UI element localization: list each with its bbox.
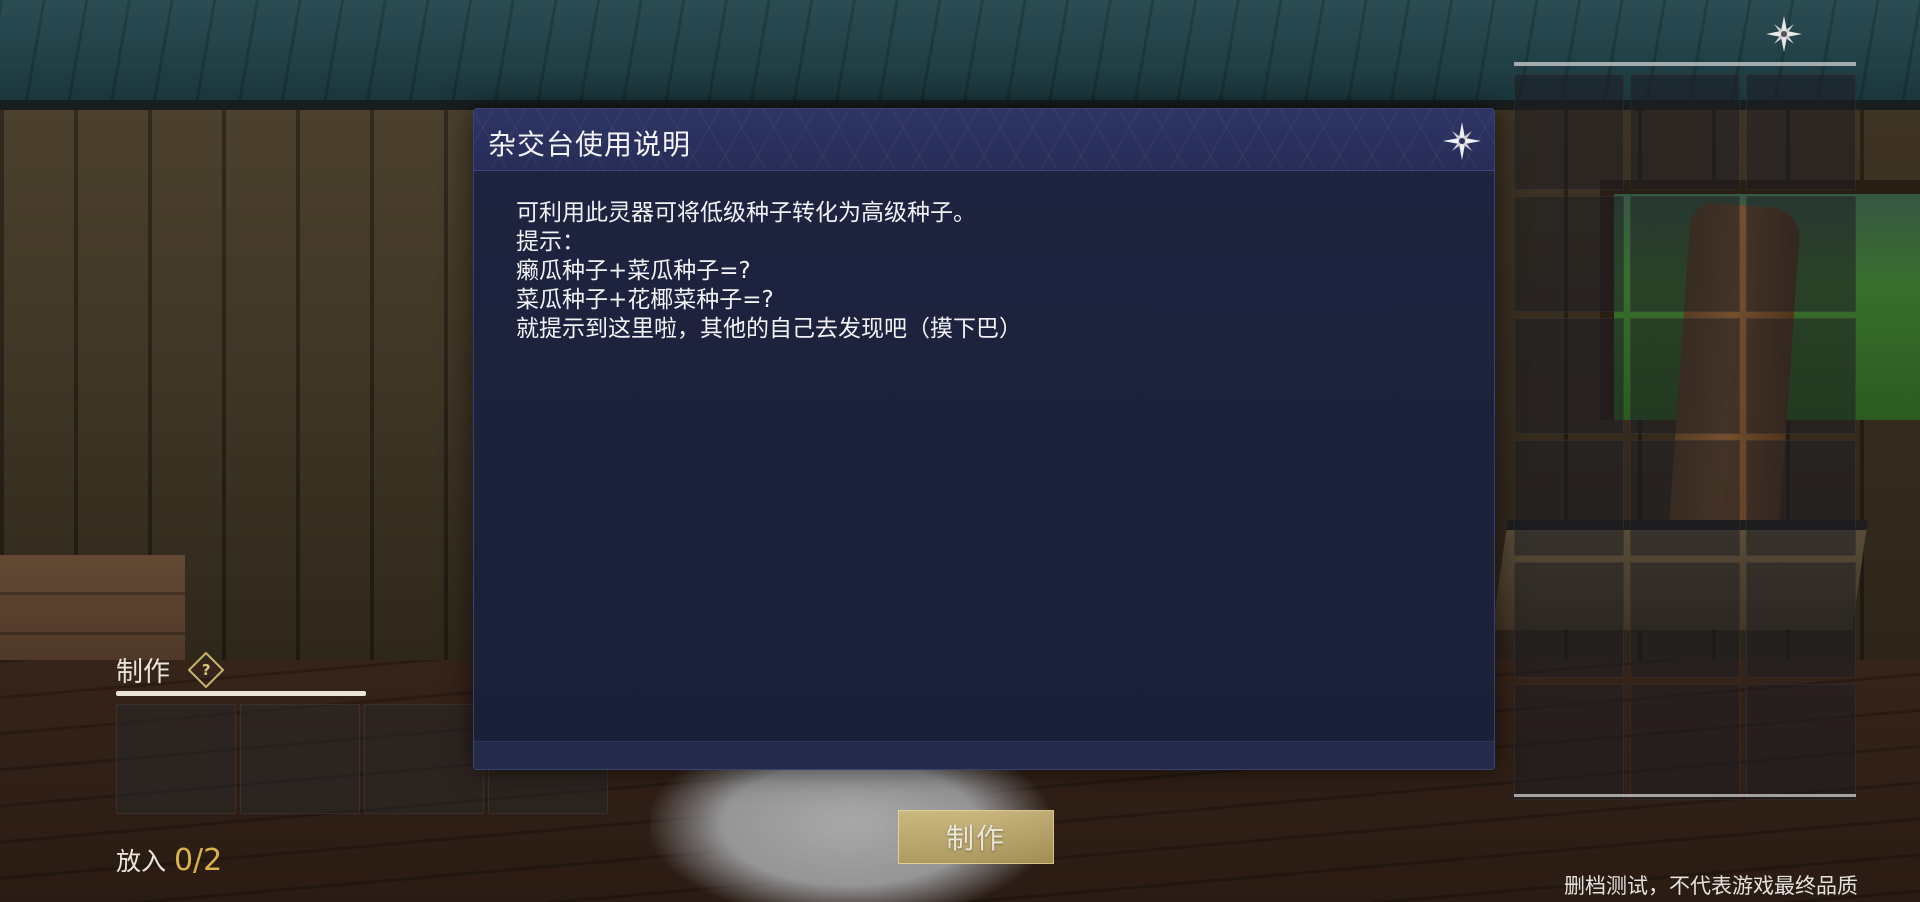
inventory-slot[interactable] bbox=[1514, 196, 1624, 312]
craft-button[interactable]: 制作 bbox=[898, 810, 1054, 864]
dialog-line: 就提示到这里啦，其他的自己去发现吧（摸下巴） bbox=[516, 316, 1022, 342]
dialog-line: 提示： bbox=[516, 229, 585, 255]
dialog-body: 可利用此灵器可将低级种子转化为高级种子。 提示： 癞瓜种子+菜瓜种子=? 菜瓜种… bbox=[516, 199, 1456, 344]
dialog-line: 癞瓜种子+菜瓜种子=? bbox=[516, 258, 751, 284]
put-in-counter: 放入 0/2 bbox=[116, 842, 222, 878]
inventory-slot[interactable] bbox=[1746, 440, 1856, 556]
inventory-slot[interactable] bbox=[1514, 684, 1624, 800]
inventory-top-divider bbox=[1514, 62, 1856, 66]
shuriken-close-icon[interactable] bbox=[1764, 14, 1804, 54]
inventory-slot[interactable] bbox=[1630, 318, 1740, 434]
help-glyph: ? bbox=[201, 660, 211, 679]
inventory-slot[interactable] bbox=[1514, 318, 1624, 434]
inventory-slot[interactable] bbox=[1746, 196, 1856, 312]
dialog-line: 可利用此灵器可将低级种子转化为高级种子。 bbox=[516, 200, 976, 226]
put-in-count: 0/2 bbox=[173, 843, 223, 878]
inventory-slot[interactable] bbox=[1630, 440, 1740, 556]
put-in-label: 放入 bbox=[116, 847, 167, 876]
inventory-slot[interactable] bbox=[1630, 196, 1740, 312]
inventory-slot[interactable] bbox=[1746, 684, 1856, 800]
inventory-grid bbox=[1514, 74, 1856, 800]
dialog-line: 菜瓜种子+花椰菜种子=? bbox=[516, 287, 774, 313]
inventory-slot[interactable] bbox=[1746, 318, 1856, 434]
inventory-slot[interactable] bbox=[1630, 562, 1740, 678]
craft-slot[interactable] bbox=[240, 704, 360, 814]
close-icon[interactable] bbox=[1440, 119, 1484, 163]
inventory-slot[interactable] bbox=[1746, 562, 1856, 678]
inventory-slot[interactable] bbox=[1514, 440, 1624, 556]
test-watermark: 删档测试，不代表游戏最终品质 bbox=[1564, 874, 1858, 898]
craft-panel-title: 制作 bbox=[116, 657, 170, 688]
craft-slot[interactable] bbox=[364, 704, 484, 814]
hybrid-table-help-dialog: 杂交台使用说明 可利用此灵器可将低级种子转化为高级种子。 提示： 癞瓜种子+菜瓜… bbox=[473, 108, 1495, 770]
dialog-footer bbox=[474, 741, 1494, 769]
dialog-header: 杂交台使用说明 bbox=[474, 109, 1494, 171]
dialog-title: 杂交台使用说明 bbox=[488, 128, 692, 161]
inventory-slot[interactable] bbox=[1630, 74, 1740, 190]
inventory-bottom-divider bbox=[1514, 794, 1856, 797]
craft-progress-bar bbox=[116, 691, 366, 696]
inventory-slot[interactable] bbox=[1630, 684, 1740, 800]
inventory-slot[interactable] bbox=[1514, 562, 1624, 678]
inventory-slot[interactable] bbox=[1746, 74, 1856, 190]
craft-slot[interactable] bbox=[116, 704, 236, 814]
inventory-slot[interactable] bbox=[1514, 74, 1624, 190]
